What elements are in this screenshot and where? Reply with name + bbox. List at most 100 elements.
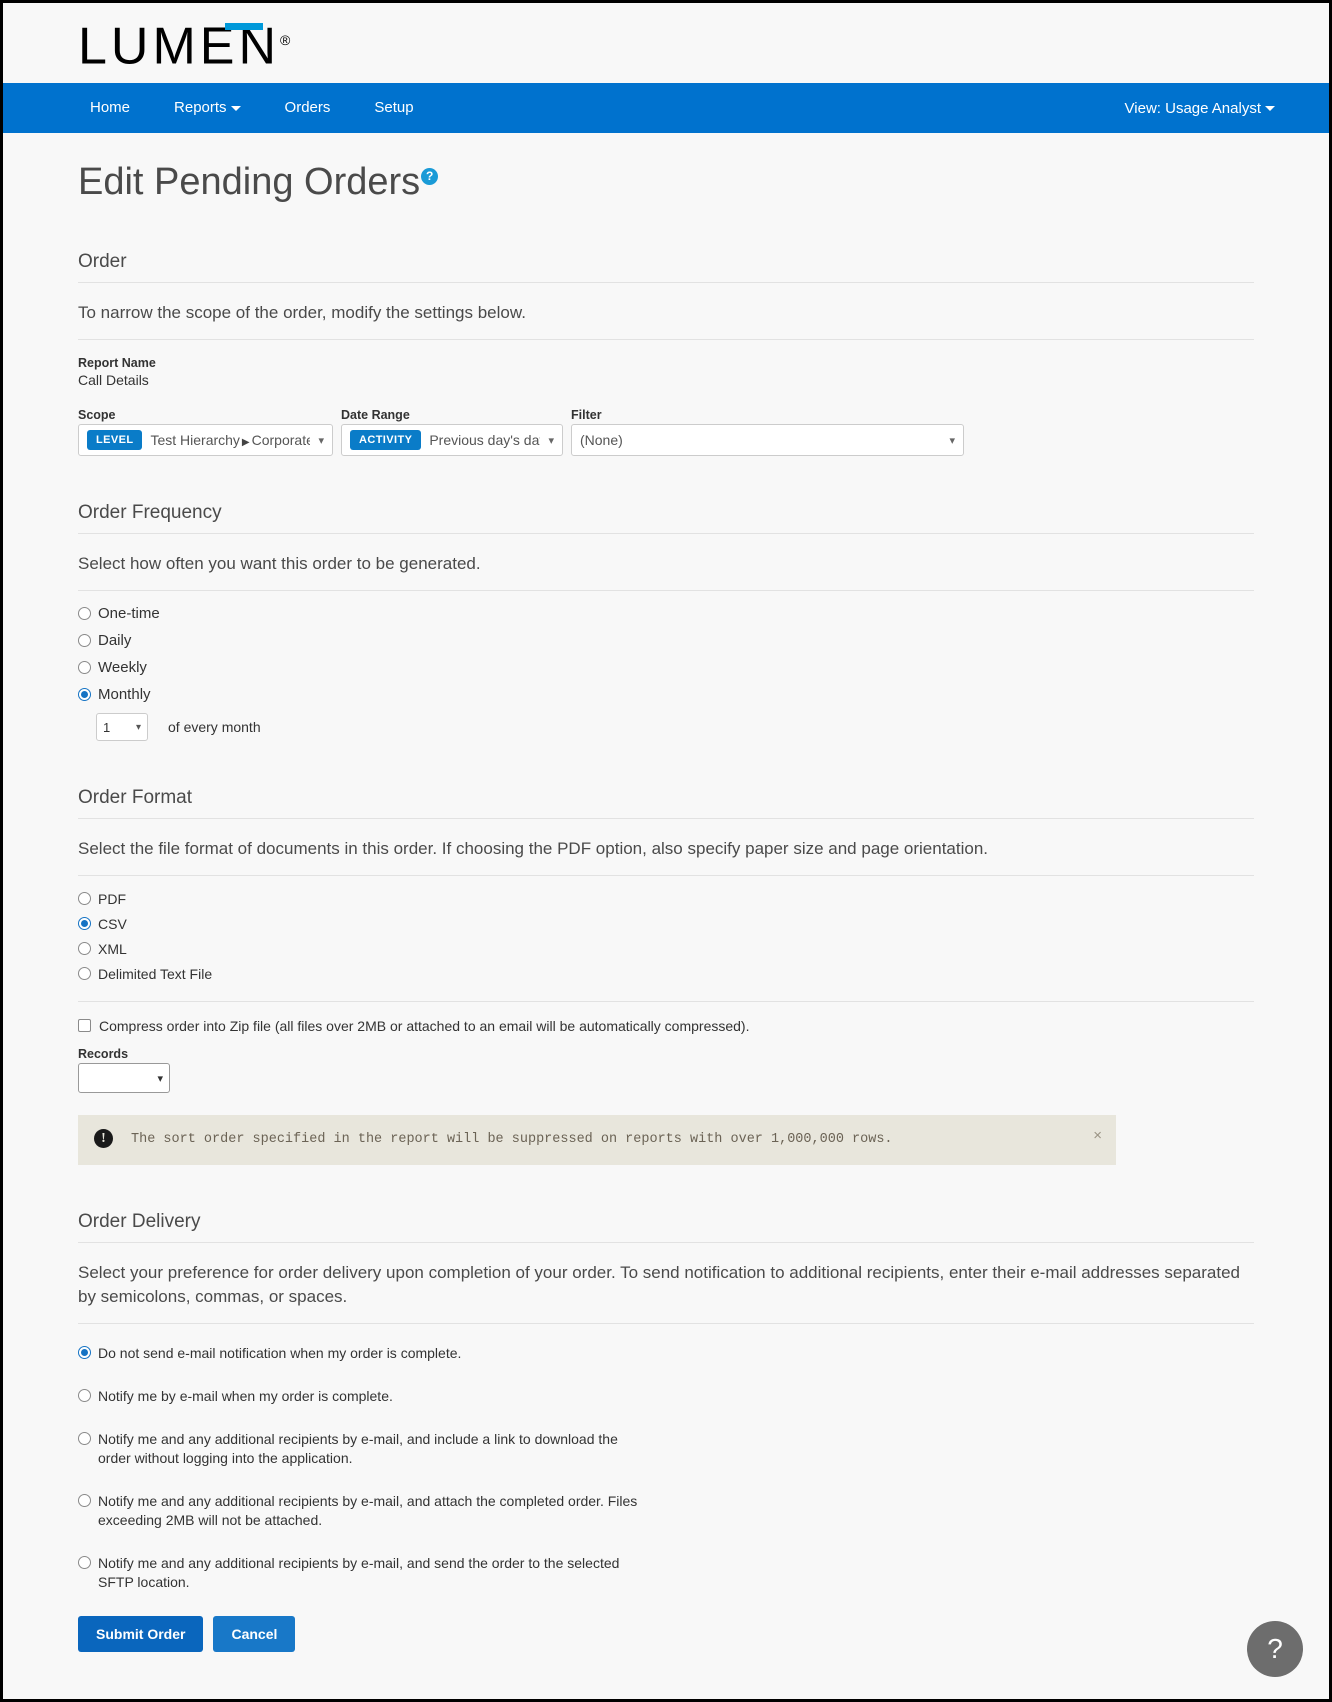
format-option-csv[interactable]: CSV <box>78 915 1254 933</box>
format-option-csv-label: CSV <box>98 916 127 932</box>
nav-item-reports-label: Reports <box>174 99 227 116</box>
logo-accent-bar <box>225 22 263 30</box>
compress-zip-checkbox-row[interactable]: Compress order into Zip file (all files … <box>78 1017 1254 1035</box>
nav-item-home-label: Home <box>90 99 131 116</box>
frequency-section-description: Select how often you want this order to … <box>78 534 1254 591</box>
date-range-field: Date Range ACTIVITY Previous day's data … <box>341 408 563 456</box>
main-navigation: Home Reports Orders Setup View: Usage An… <box>3 83 1329 133</box>
filter-select[interactable]: (None) ▾ <box>571 424 964 456</box>
report-name-label: Report Name <box>78 356 156 370</box>
chevron-down-icon: ▾ <box>157 1072 163 1085</box>
close-icon[interactable]: × <box>1093 1127 1102 1144</box>
date-range-value: Previous day's data <box>429 432 541 448</box>
lumen-logo[interactable]: LUMEN® <box>78 12 290 74</box>
delivery-section-description: Select your preference for order deliver… <box>78 1243 1254 1324</box>
view-selector[interactable]: View: Usage Analyst <box>1125 100 1299 117</box>
radio-icon-selected[interactable] <box>78 917 91 930</box>
chevron-down-icon: ▾ <box>949 434 955 447</box>
nav-item-home[interactable]: Home <box>78 83 152 133</box>
records-label: Records <box>78 1047 129 1061</box>
delivery-option-no-email[interactable]: Do not send e-mail notification when my … <box>78 1344 1254 1363</box>
radio-icon[interactable] <box>78 1432 91 1445</box>
format-option-xml[interactable]: XML <box>78 940 1254 958</box>
frequency-option-weekly-label: Weekly <box>98 659 147 676</box>
floating-help-button[interactable]: ? <box>1247 1621 1303 1677</box>
frequency-option-one-time-label: One-time <box>98 605 160 622</box>
filter-label: Filter <box>571 408 602 422</box>
radio-icon[interactable] <box>78 892 91 905</box>
nav-links: Home Reports Orders Setup <box>78 83 436 133</box>
submit-order-button[interactable]: Submit Order <box>78 1616 204 1652</box>
records-select[interactable]: ▾ <box>78 1063 170 1093</box>
page-content: Edit Pending Orders? Order To narrow the… <box>3 133 1329 1682</box>
day-of-month-value: 1 <box>103 719 111 735</box>
delivery-option-download-link[interactable]: Notify me and any additional recipients … <box>78 1430 1254 1468</box>
delivery-option-sftp[interactable]: Notify me and any additional recipients … <box>78 1554 1254 1592</box>
nav-item-orders[interactable]: Orders <box>263 83 353 133</box>
radio-icon[interactable] <box>78 607 91 620</box>
delivery-option-attach-order-label: Notify me and any additional recipients … <box>98 1493 638 1528</box>
format-section-description: Select the file format of documents in t… <box>78 819 1254 876</box>
app-window: LUMEN® Home Reports Orders Setup View: U… <box>0 0 1332 1702</box>
scope-field: Scope LEVEL Test Hierarchy ▶ Corporate ▾ <box>78 408 333 456</box>
frequency-option-daily[interactable]: Daily <box>78 632 1254 650</box>
frequency-section-heading: Order Frequency <box>78 502 1254 534</box>
cancel-button[interactable]: Cancel <box>213 1616 296 1652</box>
scope-select[interactable]: LEVEL Test Hierarchy ▶ Corporate ▾ <box>78 424 333 456</box>
order-filters-row: Scope LEVEL Test Hierarchy ▶ Corporate ▾ D… <box>78 408 1254 456</box>
day-of-month-select[interactable]: 1 ▾ <box>96 713 148 741</box>
page-title: Edit Pending Orders? <box>78 159 439 205</box>
radio-icon[interactable] <box>78 1556 91 1569</box>
filter-value: (None) <box>580 432 623 448</box>
format-radio-group: PDF CSV XML Delimited Text File <box>78 876 1254 983</box>
records-field: Records ▾ <box>78 1047 1254 1093</box>
radio-icon-selected[interactable] <box>78 1346 91 1359</box>
radio-icon[interactable] <box>78 967 91 980</box>
date-range-activity-badge: ACTIVITY <box>350 430 422 450</box>
checkbox-icon[interactable] <box>78 1019 91 1032</box>
exclamation-icon: ! <box>94 1129 113 1148</box>
day-suffix-label: of every month <box>168 719 261 735</box>
delivery-option-notify-me[interactable]: Notify me by e-mail when my order is com… <box>78 1387 1254 1406</box>
radio-icon[interactable] <box>78 661 91 674</box>
nav-item-setup[interactable]: Setup <box>352 83 435 133</box>
form-actions: Submit Order Cancel <box>78 1616 1254 1682</box>
frequency-option-monthly[interactable]: Monthly <box>78 686 1254 704</box>
delivery-option-notify-me-label: Notify me by e-mail when my order is com… <box>98 1388 393 1404</box>
chevron-down-icon: ▾ <box>548 434 554 447</box>
frequency-option-daily-label: Daily <box>98 632 132 649</box>
scope-level-badge: LEVEL <box>87 430 143 450</box>
date-range-select[interactable]: ACTIVITY Previous day's data ▾ <box>341 424 563 456</box>
delivery-option-attach-order[interactable]: Notify me and any additional recipients … <box>78 1492 1254 1530</box>
date-range-label: Date Range <box>341 408 410 422</box>
nav-item-reports[interactable]: Reports <box>152 83 263 133</box>
delivery-option-sftp-label: Notify me and any additional recipients … <box>98 1555 620 1590</box>
sort-order-alert: ! The sort order specified in the report… <box>78 1115 1116 1165</box>
format-option-delimited-text[interactable]: Delimited Text File <box>78 965 1254 983</box>
format-divider <box>78 1001 1254 1002</box>
filter-field: Filter (None) ▾ <box>571 408 964 456</box>
format-option-xml-label: XML <box>98 941 127 957</box>
radio-icon-selected[interactable] <box>78 688 91 701</box>
frequency-option-weekly[interactable]: Weekly <box>78 659 1254 677</box>
order-section-description: To narrow the scope of the order, modify… <box>78 283 1254 340</box>
scope-label: Scope <box>78 408 116 422</box>
chevron-down-icon <box>230 105 241 111</box>
scope-value: Test Hierarchy ▶ Corporate <box>150 432 310 448</box>
format-option-pdf[interactable]: PDF <box>78 890 1254 908</box>
frequency-option-one-time[interactable]: One-time <box>78 605 1254 623</box>
radio-icon[interactable] <box>78 1389 91 1402</box>
frequency-option-monthly-label: Monthly <box>98 686 151 703</box>
monthly-day-row: 1 ▾ of every month <box>96 713 1254 741</box>
radio-icon[interactable] <box>78 942 91 955</box>
scope-value-leaf: Corporate <box>251 432 311 448</box>
frequency-radio-group: One-time Daily Weekly Monthly 1 ▾ of eve… <box>78 591 1254 741</box>
radio-icon[interactable] <box>78 634 91 647</box>
format-section-heading: Order Format <box>78 787 1254 819</box>
page-title-text: Edit Pending Orders <box>78 161 421 203</box>
chevron-down-icon <box>1265 106 1275 112</box>
radio-icon[interactable] <box>78 1494 91 1507</box>
help-icon[interactable]: ? <box>421 168 439 186</box>
chevron-down-icon: ▾ <box>318 434 324 447</box>
nav-item-orders-label: Orders <box>284 99 331 116</box>
